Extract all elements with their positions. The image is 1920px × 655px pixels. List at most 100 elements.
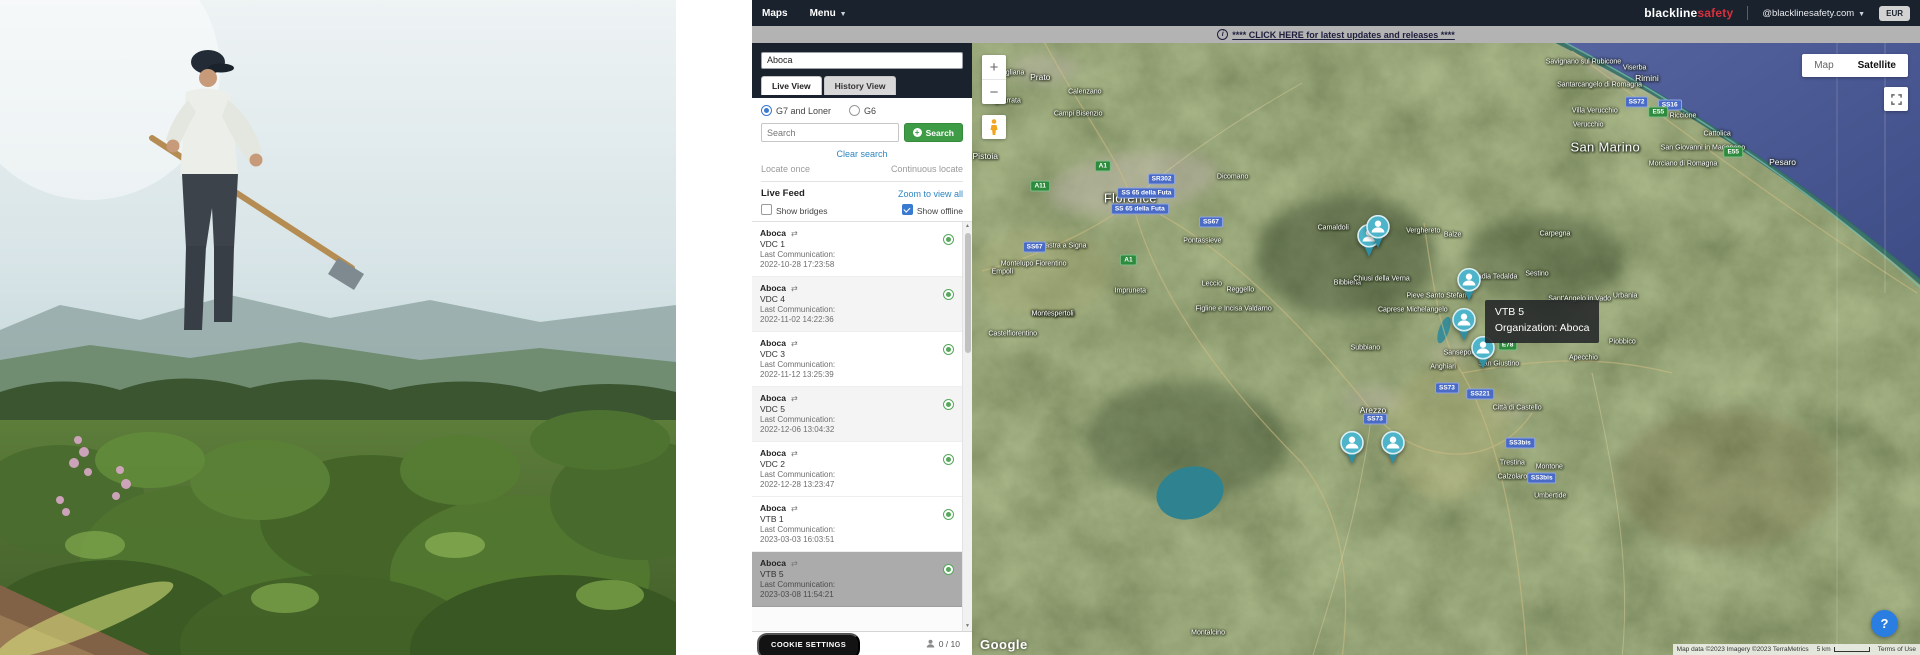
currency-button[interactable]: EUR	[1879, 6, 1910, 21]
device-list: Aboca⇄ VDC 1 Last Communication: 2022-10…	[752, 222, 972, 631]
device-list-item[interactable]: Aboca ⇄ VDC 5 Last Communication: 2022-12…	[752, 387, 972, 442]
device-list-item[interactable]: Aboca⇄ VDC 4 Last Communication: 2022-11…	[752, 277, 972, 332]
last-communication-timestamp: 2023-03-08 11:54:21	[760, 590, 950, 599]
live-feed-title: Live Feed	[761, 188, 805, 199]
last-communication-label: Last Communication:	[760, 250, 950, 259]
device-list-item[interactable]: Aboca⇄ VDC 1 Last Communication: 2022-10…	[752, 222, 972, 277]
satellite-view-button[interactable]: Satellite	[1846, 54, 1908, 77]
device-type-icon: ⇄	[791, 394, 798, 403]
device-list-item[interactable]: Aboca⇄ VTB 5 Last Communication: 2023-03…	[752, 552, 972, 607]
clear-search-link[interactable]: Clear search	[761, 149, 963, 159]
cookie-settings-button[interactable]: COOKIE SETTINGS	[757, 633, 860, 655]
organization-filter-input[interactable]	[761, 52, 963, 69]
device-org: Aboca	[760, 338, 786, 348]
tab-history-view[interactable]: History View	[824, 76, 897, 95]
last-communication-label: Last Communication:	[760, 470, 950, 479]
scroll-down-arrow[interactable]: ▼	[963, 622, 972, 631]
device-org: Aboca	[760, 558, 786, 568]
google-logo[interactable]: Google	[980, 637, 1028, 652]
nav-maps[interactable]: Maps	[762, 8, 788, 19]
device-type-radios: G7 and Loner G6	[761, 105, 963, 116]
zoom-out-button[interactable]: −	[982, 80, 1006, 104]
device-map-marker[interactable]	[1380, 431, 1406, 465]
divider	[761, 181, 963, 182]
device-list-item[interactable]: Aboca⇄ VDC 3 Last Communication: 2022-11…	[752, 332, 972, 387]
device-map-marker[interactable]	[1456, 268, 1482, 302]
device-type-icon: ⇄	[791, 449, 798, 458]
zoom-controls: + −	[982, 55, 1006, 104]
scrollbar[interactable]: ▲ ▼	[962, 222, 972, 631]
sidebar-header: Live ViewHistory View	[752, 43, 972, 98]
device-org: Aboca	[760, 448, 786, 458]
last-communication-timestamp: 2023-03-03 16:03:51	[760, 535, 950, 544]
scale-bar	[1834, 647, 1870, 652]
device-org: Aboca	[760, 503, 786, 513]
online-status-icon	[943, 289, 954, 300]
tab-live-view[interactable]: Live View	[761, 76, 822, 95]
notice-bar: i **** CLICK HERE for latest updates and…	[752, 26, 1920, 43]
show-offline-checkbox[interactable]: Show offline	[902, 204, 963, 216]
locate-once-button[interactable]: Locate once	[761, 164, 810, 174]
person-pin-icon	[1339, 431, 1365, 465]
nav-menu[interactable]: Menu▼	[810, 8, 847, 19]
device-name: VDC 5	[760, 404, 950, 414]
last-communication-timestamp: 2022-12-06 13:04:32	[760, 425, 950, 434]
device-org: Aboca	[760, 228, 786, 238]
radio-icon	[849, 105, 860, 116]
field-photo-illustration	[0, 0, 676, 655]
device-org: Aboca	[760, 393, 786, 403]
attribution-text: Map data ©2023 Imagery ©2023 TerraMetric…	[1677, 646, 1809, 653]
search-plus-icon: +	[913, 128, 922, 137]
fullscreen-button[interactable]	[1884, 87, 1908, 111]
device-list-item[interactable]: Aboca⇄ VDC 2 Last Communication: 2022-12…	[752, 442, 972, 497]
chevron-down-icon: ▼	[1858, 11, 1865, 18]
person-pin-icon	[1380, 431, 1406, 465]
last-communication-timestamp: 2022-11-12 13:25:39	[760, 370, 950, 379]
top-nav: Maps Menu▼ blacklinesafety @blacklinesaf…	[752, 0, 1920, 26]
device-type-icon: ⇄	[791, 504, 798, 513]
updates-link[interactable]: **** CLICK HERE for latest updates and r…	[1232, 30, 1455, 40]
show-bridges-checkbox[interactable]: Show bridges	[761, 204, 828, 216]
map-vector-overlay	[972, 43, 1920, 655]
person-pin-icon	[1365, 214, 1391, 248]
continuous-locate-button[interactable]: Continuous locate	[891, 164, 963, 174]
zoom-in-button[interactable]: +	[982, 55, 1006, 80]
device-type-icon: ⇄	[791, 559, 798, 568]
search-input[interactable]	[761, 123, 899, 142]
map-attribution: Map data ©2023 Imagery ©2023 TerraMetric…	[1673, 644, 1920, 655]
device-map-marker[interactable]	[1365, 214, 1391, 248]
map-canvas[interactable]: PistoiaAglianaPratoQuarrataCalenzanoCamp…	[972, 43, 1920, 655]
map-tooltip: VTB 5 Organization: Aboca	[1485, 300, 1600, 343]
last-communication-label: Last Communication:	[760, 580, 950, 589]
person-icon	[926, 639, 935, 648]
account-menu[interactable]: @blacklinesafety.com▼	[1762, 8, 1865, 19]
online-status-icon	[943, 344, 954, 355]
map-view-button[interactable]: Map	[1802, 54, 1845, 77]
person-pin-icon	[1456, 268, 1482, 302]
device-map-marker[interactable]	[1339, 431, 1365, 465]
last-communication-label: Last Communication:	[760, 415, 950, 424]
online-status-icon	[943, 509, 954, 520]
chevron-down-icon: ▼	[840, 11, 847, 18]
help-button[interactable]: ?	[1871, 610, 1898, 637]
search-button[interactable]: + Search	[904, 123, 963, 142]
search-panel: G7 and Loner G6 + Search Clear search Loc…	[752, 98, 972, 222]
device-name: VDC 4	[760, 294, 950, 304]
scroll-up-arrow[interactable]: ▲	[963, 222, 972, 231]
device-name: VDC 2	[760, 459, 950, 469]
zoom-to-view-all-link[interactable]: Zoom to view all	[898, 189, 963, 199]
pegman-control[interactable]	[982, 115, 1006, 139]
radio-g6[interactable]: G6	[849, 105, 876, 116]
last-communication-timestamp: 2022-11-02 14:22:36	[760, 315, 950, 324]
last-communication-label: Last Communication:	[760, 360, 950, 369]
device-type-icon: ⇄	[791, 339, 798, 348]
map-type-toggle: MapSatellite	[1802, 54, 1908, 77]
radio-icon	[761, 105, 772, 116]
terms-of-use-link[interactable]: Terms of Use	[1878, 646, 1916, 653]
tooltip-organization: Organization: Aboca	[1495, 321, 1590, 337]
checkbox-icon	[761, 204, 772, 215]
device-list-item[interactable]: Aboca⇄ VTB 1 Last Communication: 2023-03…	[752, 497, 972, 552]
online-status-icon	[943, 454, 954, 465]
scrollbar-thumb[interactable]	[965, 233, 971, 353]
radio-g7-and-loner[interactable]: G7 and Loner	[761, 105, 831, 116]
